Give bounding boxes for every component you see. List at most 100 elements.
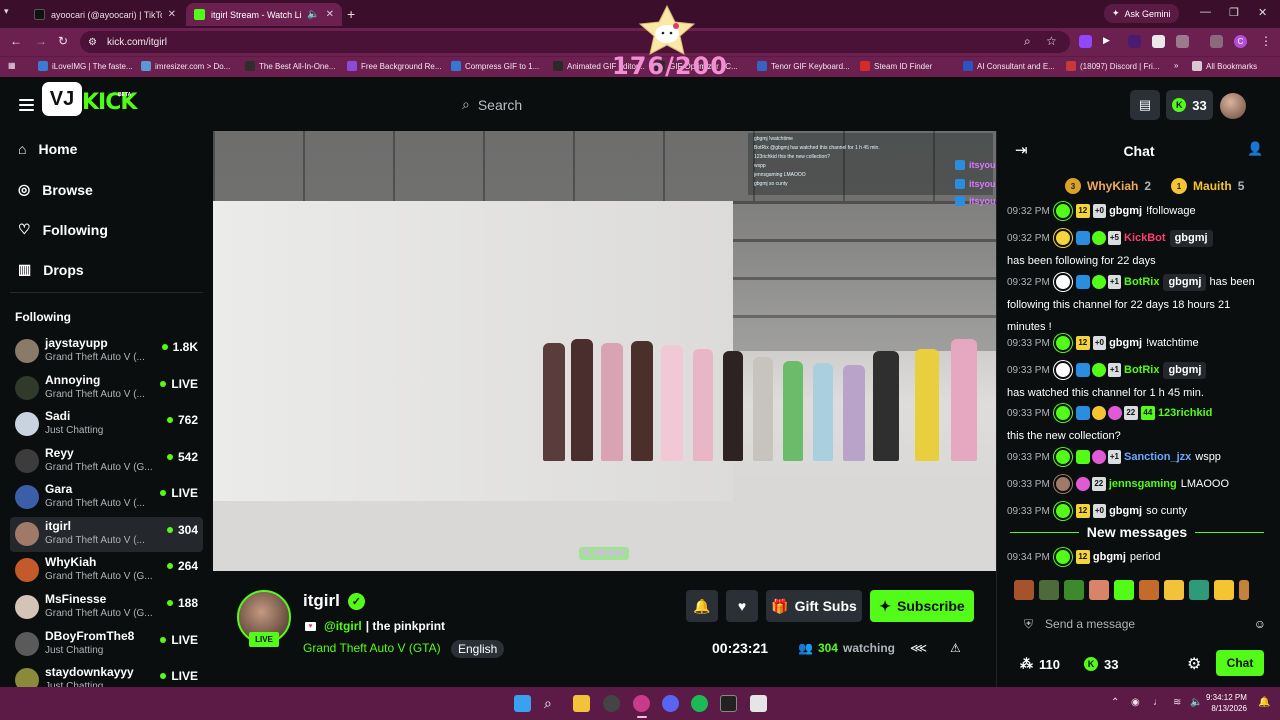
browser-tab-kick[interactable]: itgirl Stream - Watch Live o 🔈 ✕ xyxy=(186,3,342,26)
sidebar-channel-dboyfromthe8[interactable]: DBoyFromThe8 Just Chatting LIVE xyxy=(10,627,203,662)
chat-settings-gear-icon[interactable]: ⚙ xyxy=(1187,654,1201,674)
sidebar-channel-jaystayupp[interactable]: jaystayupp Grand Theft Auto V (... 1.8K xyxy=(10,334,203,369)
twitch-extension-icon[interactable] xyxy=(1079,35,1092,48)
bookmarks-overflow-icon[interactable]: » xyxy=(1174,61,1178,70)
emote-icon[interactable] xyxy=(1139,580,1159,600)
wifi-icon[interactable]: ≋ xyxy=(1173,697,1181,708)
subscribe-button[interactable]: ✦ Subscribe xyxy=(870,590,974,622)
profile-avatar[interactable]: C xyxy=(1234,35,1247,48)
chat-username[interactable]: Sanction_jzx xyxy=(1124,451,1191,463)
tab-search-icon[interactable]: ▾ xyxy=(4,6,20,20)
chat-username[interactable]: KickBot xyxy=(1124,232,1166,244)
back-icon[interactable]: ← xyxy=(10,34,22,48)
emote-icon[interactable] xyxy=(1089,580,1109,600)
close-window-icon[interactable]: ✕ xyxy=(1258,6,1267,19)
gift-subs-button[interactable]: 🎁 Gift Subs xyxy=(766,590,862,622)
bookmark-item[interactable]: imresizer.com > Do... xyxy=(141,61,230,71)
bookmark-item[interactable]: Compress GIF to 1... xyxy=(451,61,539,71)
more-menu-icon[interactable]: ⋮ xyxy=(1260,34,1272,48)
mention-pill[interactable]: gbgmj xyxy=(1169,229,1213,247)
emote-icon[interactable] xyxy=(1014,580,1034,600)
browser-tab-tiktok[interactable]: ayoocari (@ayoocari) | TikTok ✕ xyxy=(26,3,184,26)
sidebar-channel-whykiah[interactable]: WhyKiah Grand Theft Auto V (G... 264 xyxy=(10,553,203,588)
user-avatar[interactable] xyxy=(1220,93,1246,119)
chat-username[interactable]: gbgmj xyxy=(1109,505,1142,517)
bookmark-item[interactable]: The Best All-In-One... xyxy=(245,61,335,71)
tray-app-icon[interactable]: ◉ xyxy=(1131,697,1140,708)
streamer-name[interactable]: itgirl ✓ xyxy=(303,591,365,611)
stream-title-handle[interactable]: @itgirl xyxy=(324,619,362,633)
gifter-name[interactable]: Mauith xyxy=(1193,179,1232,193)
chat-username[interactable]: gbgmj xyxy=(1093,551,1126,563)
mention-pill[interactable]: gbgmj xyxy=(1163,361,1207,379)
new-tab-button[interactable]: + xyxy=(347,6,355,22)
taskbar-search-icon[interactable]: ⌕ xyxy=(544,695,561,712)
chat-users-icon[interactable]: 👤 xyxy=(1247,141,1263,157)
emote-icon[interactable] xyxy=(1189,580,1209,600)
emote-icon[interactable] xyxy=(1164,580,1184,600)
emote-icon[interactable] xyxy=(1064,580,1084,600)
sidebar-channel-reyy[interactable]: Reyy Grand Theft Auto V (G... 542 xyxy=(10,444,203,479)
tray-overflow-icon[interactable]: ⌃ xyxy=(1111,697,1119,708)
start-icon[interactable] xyxy=(514,695,531,712)
close-tab-icon[interactable]: ✕ xyxy=(168,9,176,20)
file-explorer-icon[interactable] xyxy=(573,695,590,712)
close-tab-icon[interactable]: ✕ xyxy=(326,9,334,20)
bookmark-item[interactable]: iLoveIMG | The faste... xyxy=(38,61,133,71)
chat-kicks[interactable]: K 33 xyxy=(1083,657,1118,672)
sidebar-item-browse[interactable]: ◎ Browse xyxy=(18,181,93,198)
notifications-icon[interactable]: 🔔 xyxy=(1258,697,1270,708)
extension-icon[interactable] xyxy=(1128,35,1141,48)
chat-input[interactable]: ⛨ Send a message ☺ xyxy=(1014,613,1266,635)
bookmark-item[interactable]: Tenor GIF Keyboard... xyxy=(757,61,850,71)
sidebar-item-following[interactable]: ♡ Following xyxy=(18,221,108,238)
chrome-icon[interactable] xyxy=(633,695,650,712)
bookmark-item[interactable]: (18097) Discord | Fri... xyxy=(1066,61,1159,71)
language-tag[interactable]: English xyxy=(451,640,505,658)
sidebar-channel-annoying[interactable]: Annoying Grand Theft Auto V (... LIVE xyxy=(10,371,203,406)
chat-username[interactable]: gbgmj xyxy=(1109,337,1142,349)
sidebar-channel-sadi[interactable]: Sadi Just Chatting 762 xyxy=(10,407,203,442)
extension-icon[interactable] xyxy=(1152,35,1165,48)
gifter-name[interactable]: WhyKiah xyxy=(1087,179,1138,193)
apps-grid-icon[interactable]: ▦ xyxy=(8,61,16,70)
zoom-icon[interactable]: ⌕ xyxy=(1024,34,1031,49)
sidebar-item-home[interactable]: ⌂ Home xyxy=(18,141,77,157)
mention-pill[interactable]: gbgmj xyxy=(1163,273,1207,291)
taskbar-clock[interactable]: 9:34:12 PM 8/13/2026 xyxy=(1206,692,1247,714)
emote-icon[interactable] xyxy=(1214,580,1234,600)
send-chat-button[interactable]: Chat xyxy=(1216,650,1264,676)
emote-icon[interactable] xyxy=(1239,580,1249,600)
video-player[interactable]: gbgmj !watchtime BotRix @gbgmj has watch… xyxy=(213,131,996,571)
sidebar-channel-msfinesse[interactable]: MsFinesse Grand Theft Auto V (G... 188 xyxy=(10,590,203,625)
chat-username[interactable]: BotRix xyxy=(1124,276,1159,288)
puzzle-extensions-icon[interactable] xyxy=(1176,35,1189,48)
menu-icon[interactable] xyxy=(19,99,34,111)
bookmark-item[interactable]: Steam ID Finder xyxy=(860,61,932,71)
minimize-icon[interactable]: — xyxy=(1200,6,1211,18)
channel-points[interactable]: ⁂ 110 xyxy=(1020,656,1060,672)
spotify-icon[interactable] xyxy=(691,695,708,712)
bookmark-item[interactable]: AI Consultant and E... xyxy=(963,61,1055,71)
site-info-icon[interactable]: ⚙ xyxy=(88,37,97,48)
restore-icon[interactable]: ❐ xyxy=(1229,6,1239,19)
new-messages-divider[interactable]: New messages xyxy=(1010,524,1264,540)
chat-username[interactable]: 123richkid xyxy=(1158,407,1212,419)
sidebar-channel-gara[interactable]: Gara Grand Theft Auto V (... LIVE xyxy=(10,480,203,515)
play-extension-icon[interactable]: ▶ xyxy=(1103,35,1116,48)
stream-category-link[interactable]: Grand Theft Auto V (GTA) xyxy=(303,641,441,655)
ask-gemini-button[interactable]: ✦ Ask Gemini xyxy=(1104,4,1179,23)
chat-username[interactable]: gbgmj xyxy=(1109,205,1142,217)
reload-icon[interactable]: ↻ xyxy=(58,34,68,48)
bookmark-item[interactable]: Free Background Re... xyxy=(347,61,441,71)
emote-icon[interactable] xyxy=(1114,580,1134,600)
sidebar-channel-itgirl[interactable]: itgirl Grand Theft Auto V (... 304 xyxy=(10,517,203,552)
url-bar[interactable]: ⚙ kick.com/itgirl xyxy=(80,31,1070,53)
notifications-button[interactable]: 🔔 xyxy=(686,590,718,622)
bookmark-star-icon[interactable]: ☆ xyxy=(1046,34,1057,48)
report-icon[interactable]: ⚠ xyxy=(950,641,961,655)
emoji-icon[interactable]: ☺ xyxy=(1254,617,1266,631)
share-icon[interactable]: ⋘ xyxy=(910,641,927,655)
emote-icon[interactable] xyxy=(1039,580,1059,600)
discord-icon[interactable] xyxy=(662,695,679,712)
